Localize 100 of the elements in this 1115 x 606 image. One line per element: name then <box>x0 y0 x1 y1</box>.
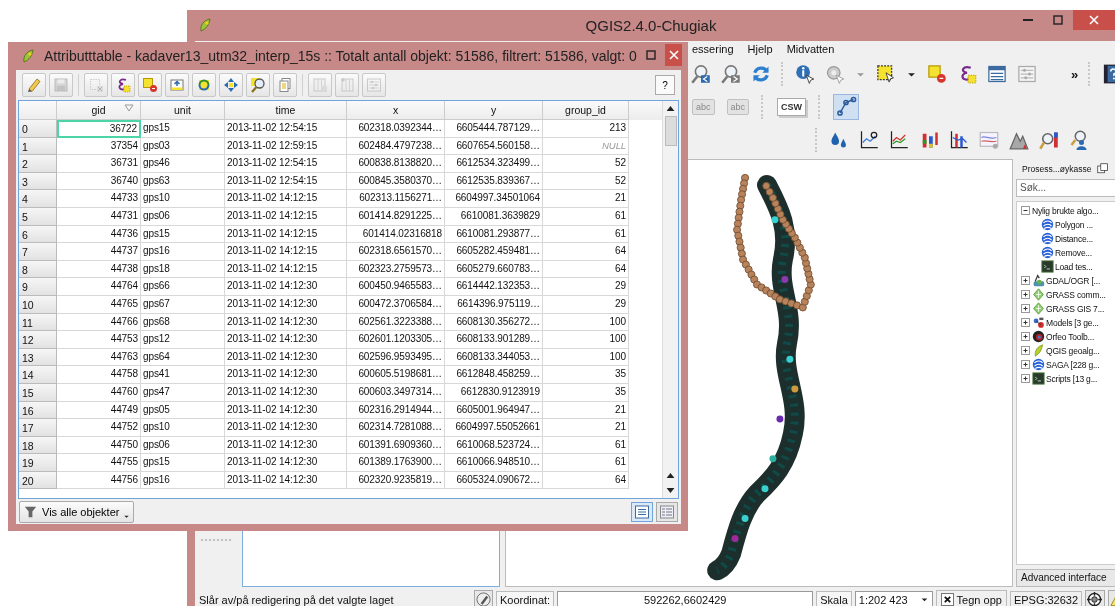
expand-icon[interactable] <box>1020 303 1031 315</box>
menu-item[interactable]: Midvatten <box>786 43 835 56</box>
zoom-to-selection-button[interactable] <box>246 73 270 97</box>
tree-item[interactable]: Orfeo Toolb... <box>1046 331 1095 342</box>
edit-toggle-button[interactable] <box>473 590 493 606</box>
tree-item[interactable]: SAGA [228 g... <box>1046 359 1100 370</box>
column-header[interactable]: unit <box>141 101 225 120</box>
column-header[interactable]: group_id <box>543 101 629 120</box>
coordinate-field[interactable]: 592262,6602429 <box>557 590 814 606</box>
table-view-button[interactable] <box>631 501 653 522</box>
tree-item[interactable]: Scripts [13 g... <box>1046 373 1098 384</box>
invert-selection-button[interactable] <box>192 73 216 97</box>
row-header[interactable]: 12 <box>19 331 57 349</box>
select-by-expression-button[interactable] <box>111 73 135 97</box>
zoom-icon <box>250 77 266 93</box>
column-header[interactable]: x <box>347 101 445 120</box>
table-cell: 602318.0392344… <box>347 120 445 138</box>
line-chart-icon[interactable] <box>859 130 879 151</box>
magnifier-icon[interactable] <box>1039 130 1059 151</box>
zoom-next-icon[interactable] <box>721 64 741 85</box>
row-header[interactable]: 14 <box>19 366 57 384</box>
table-cell: 64 <box>543 471 629 490</box>
expand-icon[interactable] <box>1020 359 1031 371</box>
deselect-button[interactable] <box>138 73 162 97</box>
row-header[interactable]: 0 <box>19 120 57 138</box>
expand-icon[interactable] <box>1020 373 1031 385</box>
column-header[interactable]: y <box>445 101 543 120</box>
line-chart-icon[interactable] <box>889 130 909 151</box>
table-cell: gps63 <box>141 172 225 191</box>
scrollbar[interactable] <box>662 101 678 498</box>
menu-item[interactable]: essering <box>692 43 734 56</box>
table-cell: 36740 <box>57 172 141 191</box>
tree-item[interactable]: Distance... <box>1055 233 1093 244</box>
more-tools-button[interactable]: » <box>1071 66 1079 82</box>
filter-dropdown[interactable]: Vis alle objekter <box>19 500 135 523</box>
zoom-previous-icon[interactable] <box>691 64 711 85</box>
table-cell: 44755 <box>57 454 141 472</box>
tree-item[interactable]: Models [3 ge... <box>1046 317 1099 328</box>
table-cell: 6605324.090672… <box>445 471 543 490</box>
expand-icon[interactable] <box>1020 331 1031 343</box>
bar-chart-icon[interactable] <box>949 130 969 151</box>
expand-icon[interactable] <box>1020 275 1031 287</box>
deselect-icon[interactable] <box>927 64 947 85</box>
table-cell: 602313.1156271… <box>347 190 445 208</box>
expand-icon[interactable] <box>1020 345 1031 357</box>
table-icon[interactable] <box>987 64 1007 85</box>
qgis-logo-icon <box>197 17 213 34</box>
scale-combobox[interactable]: 1:202 423 <box>854 590 933 606</box>
section-icon[interactable] <box>979 130 999 151</box>
table-cell: 44750 <box>57 436 141 455</box>
collapse-icon[interactable] <box>1020 205 1031 217</box>
move-selection-top-button[interactable] <box>165 73 189 97</box>
tree-item[interactable]: GRASS GIS 7... <box>1046 303 1105 314</box>
crs-button[interactable]: EPSG:32632 <box>1009 590 1083 606</box>
row-header[interactable]: 4 <box>19 190 57 208</box>
tree-item[interactable]: GRASS comm... <box>1046 289 1106 300</box>
pan-to-selection-button[interactable] <box>219 73 243 97</box>
table-cell: 2013-11-02 12:54:15 <box>225 120 347 138</box>
menu-item[interactable]: Hjelp <box>747 43 773 56</box>
panel-grip[interactable] <box>201 538 231 543</box>
row-header[interactable]: 2 <box>19 155 57 173</box>
expand-icon[interactable] <box>1020 317 1031 329</box>
tree-item[interactable]: QGIS geoalg... <box>1046 345 1100 356</box>
scrollbar-thumb[interactable] <box>664 116 677 146</box>
row-header[interactable]: 17 <box>19 419 57 437</box>
tree-item[interactable]: Load tes... <box>1055 261 1093 272</box>
float-icon[interactable] <box>1097 162 1110 175</box>
help-button[interactable]: ? <box>655 75 675 95</box>
table-cell: 36731 <box>57 155 141 173</box>
row-header[interactable]: 9 <box>19 278 57 296</box>
select-icon[interactable] <box>876 64 896 85</box>
search-person-icon[interactable] <box>1069 130 1089 151</box>
render-checkbox[interactable] <box>940 593 954 606</box>
edit-button[interactable] <box>22 73 46 97</box>
table-cell: gps12 <box>141 331 225 349</box>
table-cell: 6605279.660783… <box>445 260 543 279</box>
expand-icon[interactable] <box>1020 289 1031 301</box>
identify-icon[interactable] <box>795 64 815 85</box>
tree-item[interactable]: GDAL/OGR [... <box>1046 275 1101 286</box>
peaks-icon[interactable] <box>1009 130 1029 151</box>
field-calculator-button[interactable] <box>362 73 386 97</box>
search-field[interactable]: Søk... <box>1016 178 1115 197</box>
table-cell: 6610068.523724… <box>445 436 543 455</box>
close-button[interactable] <box>665 44 682 66</box>
table-cell: 44731 <box>57 207 141 226</box>
row-header[interactable]: 19 <box>19 454 57 472</box>
tree-item[interactable]: Remove... <box>1055 247 1092 258</box>
tree-item[interactable]: Polygon ... <box>1055 219 1093 230</box>
column-header[interactable]: time <box>225 101 347 120</box>
coordinate-label: Koordinat: <box>496 590 555 606</box>
close-button[interactable] <box>1073 10 1115 30</box>
copy-button[interactable] <box>273 73 297 97</box>
row-header[interactable]: 7 <box>19 243 57 261</box>
tree-item[interactable]: Nylig brukte algo... <box>1032 205 1099 216</box>
profile-tool-icon[interactable] <box>834 95 859 120</box>
refresh-icon[interactable] <box>751 64 771 85</box>
column-header[interactable]: gid <box>57 101 141 120</box>
csw-button[interactable]: CSW <box>777 98 807 117</box>
interface-mode-dropdown[interactable]: Advanced interface <box>1016 569 1115 587</box>
crs-settings-button[interactable] <box>1085 590 1105 606</box>
